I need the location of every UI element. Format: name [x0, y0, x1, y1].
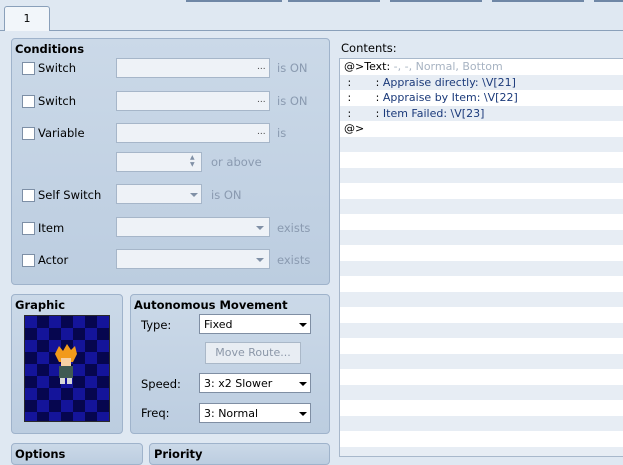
actor-suffix: exists	[277, 253, 311, 267]
empty-row[interactable]	[340, 276, 623, 292]
empty-row[interactable]	[340, 136, 623, 152]
chevron-down-icon	[190, 193, 198, 197]
list-item[interactable]: @>	[340, 121, 623, 137]
checkerboard-pattern	[25, 316, 109, 421]
switch2-label: Switch	[38, 94, 77, 108]
command-text: Appraise directly: \V[21]	[382, 75, 516, 89]
empty-row[interactable]	[340, 415, 623, 431]
list-item[interactable]: : : Item Failed: \V[23]	[340, 105, 623, 121]
command-text: Item Failed: \V[23]	[382, 106, 485, 120]
tab-strip-segment	[288, 0, 380, 2]
variable-checkbox[interactable]	[22, 127, 35, 140]
self-switch-checkbox[interactable]	[22, 189, 35, 202]
item-suffix: exists	[277, 221, 311, 235]
variable-or-above: or above	[211, 155, 262, 169]
speed-value: 3: x2 Slower	[204, 377, 273, 390]
switch2-field[interactable]	[116, 91, 270, 111]
item-select[interactable]	[116, 217, 270, 237]
tab-strip-segment	[390, 0, 482, 2]
freq-select[interactable]: 3: Normal	[199, 403, 311, 423]
variable-field[interactable]	[116, 123, 270, 143]
type-value: Fixed	[204, 318, 233, 331]
empty-row[interactable]	[340, 369, 623, 385]
switch1-field[interactable]	[116, 58, 270, 78]
switch1-browse-button[interactable]: ...	[257, 62, 266, 72]
priority-title: Priority	[154, 447, 203, 461]
command-prefix: : :	[344, 75, 383, 89]
speed-select[interactable]: 3: x2 Slower	[199, 373, 311, 393]
event-commands-list[interactable]: @>Text: -, -, Normal, Bottom : : Apprais…	[339, 58, 623, 457]
chevron-down-icon	[256, 258, 264, 262]
empty-row[interactable]	[340, 245, 623, 261]
command-prefix: : :	[344, 106, 383, 120]
tab-page-1[interactable]: 1	[4, 6, 50, 31]
actor-select[interactable]	[116, 249, 270, 269]
freq-label: Freq:	[141, 406, 170, 420]
command-text: Appraise by Item: \V[22]	[382, 91, 518, 104]
graphic-preview[interactable]	[24, 315, 110, 422]
chevron-down-icon	[256, 226, 264, 230]
switch2-checkbox[interactable]	[22, 95, 35, 108]
empty-row[interactable]	[340, 446, 623, 456]
actor-checkbox[interactable]	[22, 254, 35, 267]
list-item[interactable]: : : Appraise directly: \V[21]	[340, 74, 623, 90]
empty-row[interactable]	[340, 152, 623, 168]
empty-row[interactable]	[340, 322, 623, 338]
freq-value: 3: Normal	[204, 407, 259, 420]
contents-label: Contents:	[341, 41, 397, 55]
empty-row[interactable]	[340, 291, 623, 307]
switch2-suffix: is ON	[277, 94, 308, 108]
variable-label: Variable	[38, 126, 85, 140]
chevron-down-icon	[299, 323, 307, 327]
variable-suffix: is	[277, 126, 287, 140]
self-switch-suffix: is ON	[211, 188, 242, 202]
tab-strip-segment	[594, 0, 623, 2]
list-filler	[340, 136, 623, 456]
chevron-down-icon	[299, 382, 307, 386]
switch1-checkbox[interactable]	[22, 62, 35, 75]
conditions-title: Conditions	[15, 42, 85, 56]
list-item[interactable]: : : Appraise by Item: \V[22]	[340, 90, 623, 106]
switch1-label: Switch	[38, 61, 77, 75]
actor-label: Actor	[38, 253, 69, 267]
variable-browse-button[interactable]: ...	[257, 127, 266, 137]
empty-row[interactable]	[340, 167, 623, 183]
switch2-browse-button[interactable]: ...	[257, 95, 266, 105]
empty-row[interactable]	[340, 214, 623, 230]
tab-strip-segment	[186, 0, 282, 2]
spinner-arrows-icon[interactable]: ▲ ▼	[190, 154, 195, 168]
list-item[interactable]: @>Text: -, -, Normal, Bottom	[340, 59, 623, 75]
type-label: Type:	[141, 318, 172, 332]
empty-row[interactable]	[340, 183, 623, 199]
tab-bar	[0, 0, 623, 30]
item-label: Item	[38, 221, 65, 235]
empty-row[interactable]	[340, 338, 623, 354]
empty-row[interactable]	[340, 431, 623, 447]
command-prefix: @>	[344, 122, 365, 135]
type-select[interactable]: Fixed	[199, 314, 311, 334]
switch1-suffix: is ON	[277, 61, 308, 75]
speed-label: Speed:	[141, 377, 181, 391]
autonomous-title: Autonomous Movement	[134, 298, 288, 312]
command-prefix: @>Text:	[344, 60, 394, 73]
options-title: Options	[15, 447, 66, 461]
empty-row[interactable]	[340, 198, 623, 214]
empty-row[interactable]	[340, 307, 623, 323]
chevron-down-icon	[299, 412, 307, 416]
self-switch-label: Self Switch	[38, 188, 102, 202]
graphic-title: Graphic	[15, 298, 66, 312]
empty-row[interactable]	[340, 384, 623, 400]
command-prefix: : :	[344, 91, 383, 104]
item-checkbox[interactable]	[22, 222, 35, 235]
move-route-button[interactable]: Move Route...	[205, 342, 301, 364]
empty-row[interactable]	[340, 353, 623, 369]
command-params: -, -, Normal, Bottom	[393, 60, 503, 73]
tab-strip-segment	[492, 0, 584, 2]
empty-row[interactable]	[340, 400, 623, 416]
empty-row[interactable]	[340, 229, 623, 245]
empty-row[interactable]	[340, 260, 623, 276]
